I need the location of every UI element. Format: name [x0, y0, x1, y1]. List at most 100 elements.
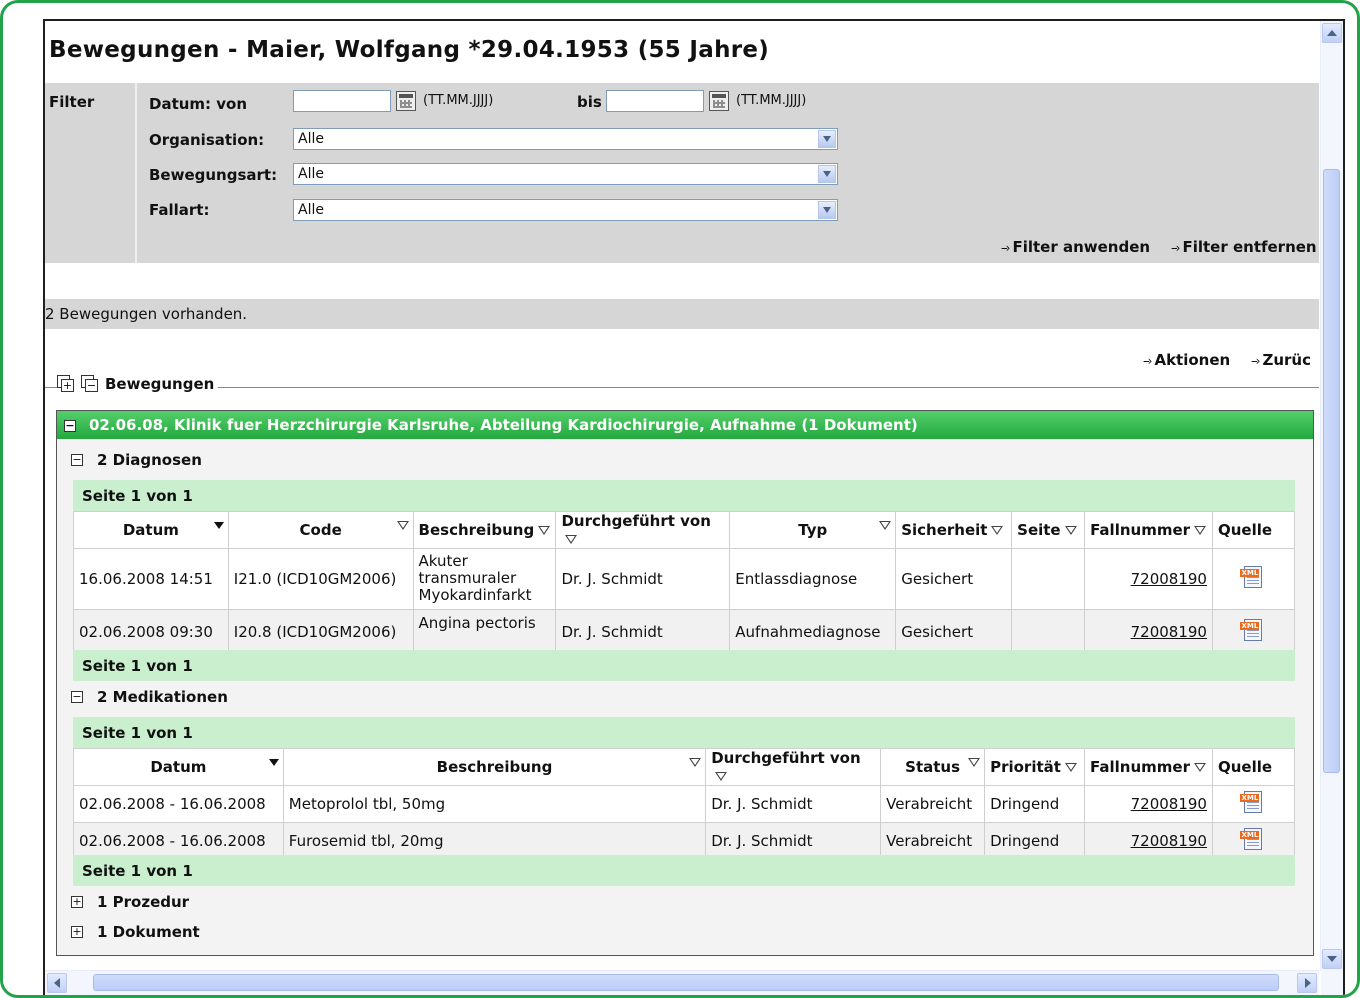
browser-content: Bewegungen - Maier, Wolfgang *29.04.1953…: [43, 19, 1345, 995]
col-typ[interactable]: Typ: [729, 511, 897, 549]
cell-status: Verabreicht: [880, 822, 986, 860]
chevron-down-icon[interactable]: [818, 130, 836, 148]
diagnosen-pager-top: Seite 1 von 1: [73, 480, 1295, 511]
horizontal-scrollbar[interactable]: [45, 970, 1319, 995]
collapse-icon[interactable]: −: [71, 454, 83, 466]
cell-seite: [1011, 609, 1086, 655]
expand-icon[interactable]: +: [71, 926, 83, 938]
bis-label: bis: [577, 93, 602, 111]
expand-icon[interactable]: +: [71, 896, 83, 908]
movement-header[interactable]: − 02.06.08, Klinik fuer Herzchirurgie Ka…: [57, 411, 1313, 439]
col-durchgefuehrt[interactable]: Durchgeführt von: [555, 511, 731, 549]
arrow-right-icon: --›: [1171, 241, 1181, 255]
cell-fallnummer: 72008190: [1084, 822, 1213, 860]
xml-document-icon[interactable]: XML: [1240, 791, 1263, 813]
filter-apply-link[interactable]: --› Filter anwenden: [1001, 238, 1150, 256]
cell-prioritaet: Dringend: [984, 785, 1086, 823]
scroll-down-icon[interactable]: [1322, 949, 1342, 969]
calendar-icon[interactable]: [709, 91, 729, 111]
sort-desc-icon[interactable]: [268, 759, 279, 766]
cell-seite: [1011, 548, 1086, 610]
datum-bis-input[interactable]: [606, 90, 704, 112]
col-status[interactable]: Status: [880, 748, 986, 786]
datum-von-input[interactable]: [293, 90, 391, 112]
col-code[interactable]: Code: [227, 511, 414, 549]
fallnummer-link[interactable]: 72008190: [1131, 795, 1207, 813]
col-datum[interactable]: Datum: [73, 511, 229, 549]
col-sicherheit[interactable]: Sicherheit: [895, 511, 1013, 549]
app-frame: Bewegungen - Maier, Wolfgang *29.04.1953…: [0, 0, 1360, 998]
calendar-icon[interactable]: [396, 91, 416, 111]
cell-code: I20.8 (ICD10GM2006): [227, 609, 414, 655]
filter-icon[interactable]: [715, 772, 728, 781]
scroll-left-icon[interactable]: [47, 973, 67, 993]
collapse-icon[interactable]: −: [64, 420, 76, 432]
filter-icon[interactable]: [991, 526, 1004, 535]
filter-apply-label: Filter anwenden: [1012, 238, 1151, 256]
aktionen-link[interactable]: --› Aktionen: [1143, 351, 1230, 369]
filter-remove-link[interactable]: --› Filter entfernen: [1171, 238, 1317, 256]
col-durchgefuehrt[interactable]: Durchgeführt von: [705, 748, 882, 786]
fallart-select[interactable]: Alle: [293, 199, 838, 221]
filter-icon[interactable]: [879, 521, 892, 530]
filter-icon[interactable]: [1194, 526, 1207, 535]
xml-document-icon[interactable]: XML: [1240, 566, 1263, 588]
cell-typ: Entlassdiagnose: [729, 548, 897, 610]
movement-header-text: 02.06.08, Klinik fuer Herzchirurgie Karl…: [89, 416, 918, 434]
col-seite[interactable]: Seite: [1011, 511, 1086, 549]
xml-document-icon[interactable]: XML: [1240, 619, 1263, 641]
filter-icon[interactable]: [689, 758, 702, 767]
cell-fallnummer: 72008190: [1084, 785, 1213, 823]
col-prioritaet[interactable]: Priorität: [984, 748, 1086, 786]
col-beschreibung[interactable]: Beschreibung: [412, 511, 557, 549]
cell-datum: 02.06.2008 - 16.06.2008: [73, 785, 284, 823]
filter-icon[interactable]: [968, 758, 981, 767]
dokument-title[interactable]: 1 Dokument: [97, 923, 200, 941]
zurueck-link[interactable]: --› Zurüc: [1251, 351, 1311, 369]
col-beschreibung[interactable]: Beschreibung: [282, 748, 707, 786]
filter-panel: Filter Datum: von (TT.MM.JJJJ) bis (TT.M…: [45, 83, 1319, 263]
fallnummer-link[interactable]: 72008190: [1131, 570, 1207, 588]
zurueck-label: Zurüc: [1262, 351, 1311, 369]
fallnummer-link[interactable]: 72008190: [1131, 623, 1207, 641]
filter-icon[interactable]: [396, 521, 409, 530]
cell-code: I21.0 (ICD10GM2006): [227, 548, 414, 610]
bewegungsart-select[interactable]: Alle: [293, 163, 838, 185]
xml-badge: XML: [1240, 794, 1260, 802]
filter-icon[interactable]: [565, 535, 578, 544]
col-fallnummer[interactable]: Fallnummer: [1084, 511, 1213, 549]
filter-icon[interactable]: [1064, 526, 1077, 535]
cell-von: Dr. J. Schmidt: [555, 548, 731, 610]
vertical-scrollbar[interactable]: [1320, 21, 1343, 971]
collapse-icon[interactable]: −: [71, 691, 83, 703]
cell-von: Dr. J. Schmidt: [555, 609, 731, 655]
group-legend-label: Bewegungen: [105, 375, 215, 393]
col-datum[interactable]: Datum: [73, 748, 284, 786]
xml-document-icon[interactable]: XML: [1240, 828, 1263, 850]
organisation-select[interactable]: Alle: [293, 128, 838, 150]
expand-all-icon[interactable]: +: [57, 375, 75, 393]
movement-count: 2 Bewegungen vorhanden.: [45, 305, 248, 323]
col-fallnummer[interactable]: Fallnummer: [1084, 748, 1213, 786]
bewegungsart-select-value: Alle: [298, 166, 324, 182]
fallnummer-link[interactable]: 72008190: [1131, 832, 1207, 850]
chevron-down-icon[interactable]: [818, 201, 836, 219]
filter-icon[interactable]: [1194, 763, 1206, 772]
filter-icon[interactable]: [1064, 763, 1077, 772]
arrow-right-icon: --›: [1001, 241, 1011, 255]
horizontal-scroll-thumb[interactable]: [93, 974, 1279, 991]
chevron-down-icon[interactable]: [818, 165, 836, 183]
cell-beschreibung: Akuter transmuraler Myokardinfarkt: [412, 548, 557, 610]
collapse-all-icon[interactable]: −: [81, 375, 99, 393]
scroll-up-icon[interactable]: [1322, 23, 1342, 43]
vertical-scroll-thumb[interactable]: [1323, 169, 1340, 773]
filter-icon[interactable]: [538, 526, 551, 535]
scroll-right-icon[interactable]: [1297, 973, 1317, 993]
prozedur-title[interactable]: 1 Prozedur: [97, 893, 189, 911]
cell-von: Dr. J. Schmidt: [705, 785, 882, 823]
filter-separator: [135, 83, 137, 263]
sort-desc-icon[interactable]: [213, 522, 224, 529]
cell-quelle: XML: [1211, 785, 1296, 823]
medikationen-title: 2 Medikationen: [97, 688, 228, 706]
page-title: Bewegungen - Maier, Wolfgang *29.04.1953…: [49, 37, 770, 63]
